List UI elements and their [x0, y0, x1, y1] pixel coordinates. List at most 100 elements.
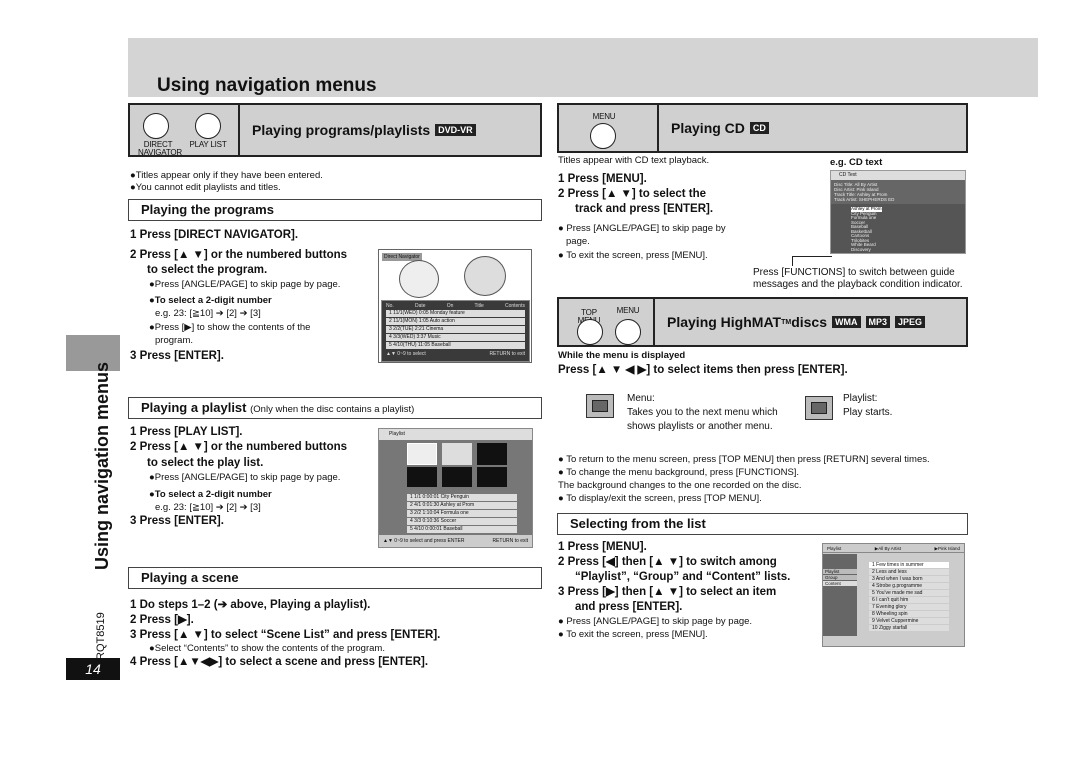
- callout: messages and the playback condition indi…: [753, 279, 963, 290]
- step: 2 Press [▶].: [130, 614, 194, 626]
- list-item[interactable]: 9 Velvet Cuppermine: [869, 618, 949, 624]
- note: e.g. 23: [≧10] ➔ [2] ➔ [3]: [155, 502, 261, 513]
- face-illustration: [399, 260, 439, 298]
- top-menu-button-icon: [577, 319, 603, 345]
- cd-text-screen: CD Text Disc Title: All By Artist Disc Ar…: [830, 170, 966, 254]
- direct-navigator-button-icon: [143, 113, 169, 139]
- thumbnail[interactable]: [407, 467, 437, 487]
- step: 3 Press [ENTER].: [130, 350, 224, 362]
- step: 3 Press [ENTER].: [130, 515, 224, 527]
- table-row[interactable]: 3 2/2 1:10:04 Formula one: [407, 510, 517, 517]
- list-item[interactable]: 4 Strobe g.programme: [869, 583, 949, 589]
- thumbnail[interactable]: [442, 467, 472, 487]
- table-row[interactable]: 2 4/1 0:01:30 Ashley at Prom: [407, 502, 517, 509]
- highmat-header: TOP MENU MENU Playing HighMATTM discs WM…: [557, 297, 968, 347]
- thumbnail[interactable]: [477, 443, 507, 465]
- screen-title: CD Text: [831, 171, 965, 180]
- list-item[interactable]: 5 You've made me sad: [869, 590, 949, 596]
- list-item[interactable]: 1 Few times in summer: [869, 562, 949, 568]
- step: 3 Press [▲ ▼] to select “Scene List” and…: [130, 629, 441, 641]
- subheading: Selecting from the list: [557, 513, 968, 535]
- playlist-screen: Playlist 1 1/1 0:00:01 City Penguin 2 4/…: [378, 428, 533, 548]
- list-item[interactable]: 6 I can't quit him: [869, 597, 949, 603]
- step: 2 Press [◀] then [▲ ▼] to switch among: [558, 556, 777, 568]
- step: to select the play list.: [147, 457, 264, 469]
- note: page.: [566, 236, 590, 247]
- thumbnail[interactable]: [407, 443, 437, 465]
- thumbnail[interactable]: [477, 467, 507, 487]
- section-title: Playing HighMAT: [667, 314, 782, 330]
- button-label: DIRECT NAVIGATOR: [138, 140, 182, 157]
- list-item[interactable]: 3 And when I was born: [869, 576, 949, 582]
- note: ● Press [ANGLE/PAGE] to skip page by: [558, 223, 726, 234]
- table-row[interactable]: 5 4/10 0:00:01 Baseball: [407, 526, 517, 533]
- note: While the menu is displayed: [558, 350, 686, 361]
- step: 2 Press [▲ ▼] or the numbered buttons: [130, 441, 348, 453]
- step: 4 Press [▲▼◀▶] to select a scene and pre…: [130, 656, 429, 668]
- page-number: 14: [66, 658, 120, 680]
- list-item[interactable]: 10 Ziggy starfall: [869, 625, 949, 631]
- table-row[interactable]: 2 11/1(MON) 1:05 Auto action: [386, 318, 525, 325]
- disc-tag: JPEG: [895, 316, 926, 328]
- screen-footer: ▲▼ 0~9 to select and press ENTER: [383, 538, 465, 544]
- screen-footer: ▲▼ 0~9 to select: [386, 351, 426, 357]
- step: 1 Press [DIRECT NAVIGATOR].: [130, 229, 299, 241]
- step: to select the program.: [147, 264, 268, 276]
- face-illustration: [464, 256, 506, 296]
- playlist-description: Playlist: Play starts.: [843, 393, 893, 418]
- note: ● Press [ANGLE/PAGE] to skip page by pag…: [558, 616, 753, 627]
- note: ● To exit the screen, press [MENU].: [558, 250, 708, 261]
- note: ●Titles appear only if they have been en…: [130, 170, 323, 181]
- track-list[interactable]: Ashley at Prom City Penguin Formula one Soc…: [831, 204, 965, 252]
- direct-navigator-screen: Direct Navigator No. Date On Title Contents …: [378, 249, 532, 363]
- selection-list-screen: Playlist ▶All By Artist ▶Pink Island Playl…: [822, 543, 965, 647]
- disc-tag: DVD-VR: [435, 124, 476, 136]
- button-label: MENU: [592, 112, 616, 121]
- note: ●Select “Contents” to show the contents …: [149, 643, 385, 654]
- step: track and press [ENTER].: [575, 203, 714, 215]
- programs-header: DIRECT NAVIGATOR PLAY LIST Playing progr…: [128, 103, 542, 157]
- step: 1 Do steps 1–2 (➔ above, Playing a playl…: [130, 599, 371, 611]
- table-row[interactable]: 4 3/3(WED) 3:37 Music: [386, 334, 525, 341]
- thumbnail[interactable]: [442, 443, 472, 465]
- tab-content[interactable]: Content: [823, 581, 857, 586]
- side-label: Using navigation menus: [92, 361, 112, 570]
- column-headers: No. Date On Title Contents: [386, 303, 525, 309]
- note: Titles appear with CD text playback.: [558, 155, 710, 166]
- step: and press [ENTER].: [575, 601, 683, 613]
- subheading: Playing a scene: [128, 567, 542, 589]
- step: “Playlist”, “Group” and “Content” lists.: [575, 571, 791, 583]
- note: ●Press [▶] to show the contents of the: [149, 322, 311, 333]
- menu-description: Menu: Takes you to the next menu which sho…: [627, 393, 778, 432]
- table-row[interactable]: 1 11/1(WED) 0:05 Monday feature: [386, 310, 525, 317]
- note: program.: [155, 335, 194, 346]
- step: 1 Press [MENU].: [558, 173, 647, 185]
- tab-group[interactable]: Group: [823, 575, 857, 580]
- list-item[interactable]: 2 Less and less: [869, 569, 949, 575]
- table-row[interactable]: 5 4/10(THU) 11:05 Baseball: [386, 342, 525, 349]
- button-label: MENU: [616, 306, 640, 315]
- step: 1 Press [MENU].: [558, 541, 647, 553]
- table-row[interactable]: 3 2/2(TUE) 2:21 Cinema: [386, 326, 525, 333]
- list-item[interactable]: 8 Wheeling spin: [869, 611, 949, 617]
- note: ●To select a 2-digit number: [149, 295, 272, 306]
- list-item[interactable]: 7 Evening glory: [869, 604, 949, 610]
- button-label: PLAY LIST: [189, 140, 227, 149]
- step: 2 Press [▲ ▼] to select the: [558, 188, 707, 200]
- table-row[interactable]: 1 1/1 0:00:01 City Penguin: [407, 494, 517, 501]
- tab-playlist[interactable]: Playlist: [823, 569, 857, 574]
- note: ●Press [ANGLE/PAGE] to skip page by page…: [149, 279, 341, 290]
- note: ● To exit the screen, press [MENU].: [558, 629, 708, 640]
- note: ●Press [ANGLE/PAGE] to skip page by page…: [149, 472, 341, 483]
- table-row[interactable]: 4 3/3 0:10:36 Soccer: [407, 518, 517, 525]
- step: 1 Press [PLAY LIST].: [130, 426, 243, 438]
- callout-line: [792, 256, 832, 257]
- screen-title: Playlist: [379, 429, 532, 440]
- callout-line: [792, 256, 793, 266]
- page-title: Using navigation menus: [157, 75, 377, 96]
- screen-exit: RETURN to exit: [492, 538, 528, 544]
- note: e.g. 23: [≧10] ➔ [2] ➔ [3]: [155, 308, 261, 319]
- doc-code: RQT8519: [95, 612, 107, 660]
- subheading: Playing the programs: [128, 199, 542, 221]
- play-list-button-icon: [195, 113, 221, 139]
